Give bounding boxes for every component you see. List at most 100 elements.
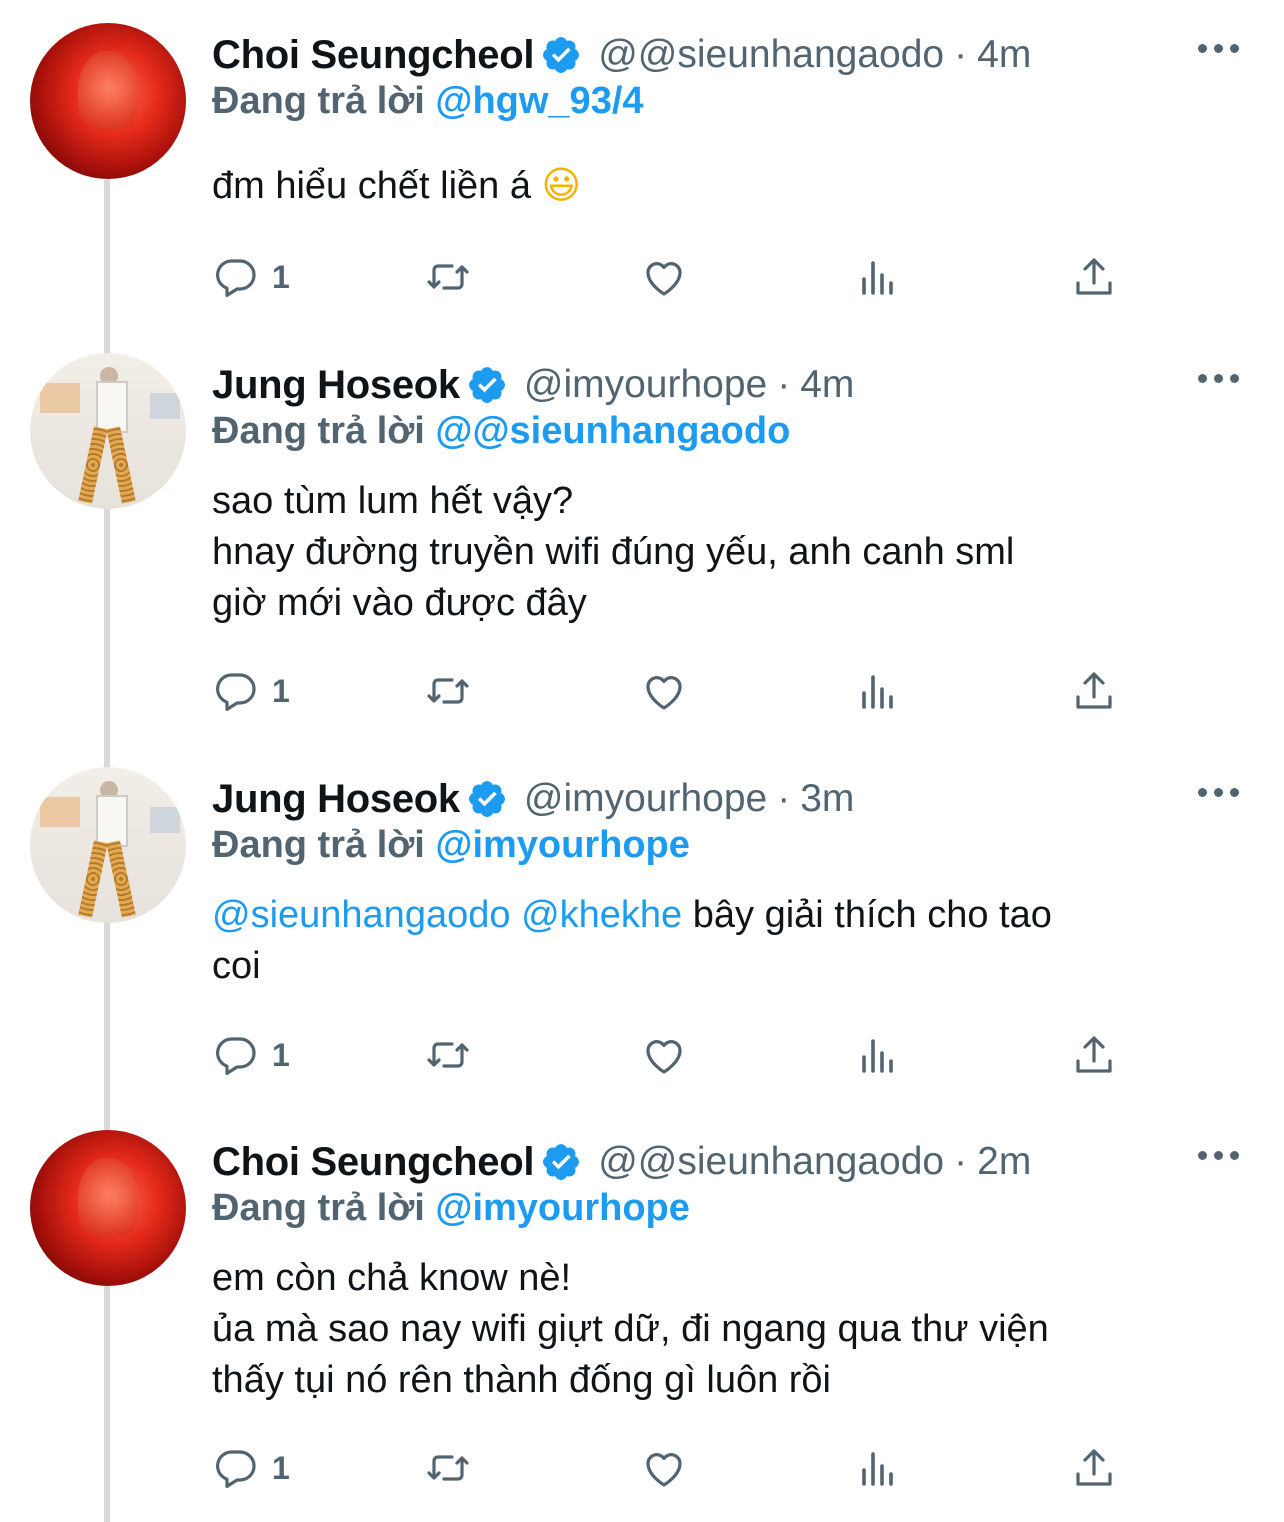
tweet-header: Choi Seungcheol @@sieunhangaodo · 2m	[212, 1137, 1031, 1187]
action-bar: 1	[212, 1443, 1132, 1493]
replying-to: Đang trả lời @hgw_93/4	[212, 80, 644, 123]
share-icon	[1076, 672, 1112, 709]
display-name[interactable]: Choi Seungcheol	[212, 1140, 534, 1185]
reply-button[interactable]: 1	[212, 1443, 290, 1493]
avatar[interactable]	[30, 1130, 186, 1286]
handle[interactable]: @imyourhope	[524, 777, 767, 821]
replying-to: Đang trả lời @imyourhope	[212, 824, 690, 867]
replying-label: Đang trả lời	[212, 824, 425, 866]
views-icon	[862, 1452, 893, 1486]
reply-icon	[216, 1037, 256, 1075]
more-icon[interactable]	[1198, 1145, 1242, 1165]
share-icon	[1076, 1036, 1112, 1073]
reply-button[interactable]: 1	[212, 252, 290, 302]
separator: ·	[954, 1140, 968, 1183]
like-icon	[646, 1040, 682, 1074]
display-name[interactable]: Jung Hoseok	[212, 363, 460, 408]
share-button[interactable]	[1070, 666, 1118, 716]
avatar[interactable]	[30, 23, 186, 179]
timestamp[interactable]: 3m	[800, 777, 854, 821]
views-icon	[862, 675, 893, 709]
more-icon[interactable]	[1198, 782, 1242, 802]
like-button[interactable]	[640, 666, 688, 716]
retweet-button[interactable]	[424, 1443, 472, 1493]
handle[interactable]: @@sieunhangaodo	[598, 1140, 944, 1184]
retweet-icon	[427, 678, 469, 704]
tweet-text: sao tùm lum hết vậy? hnay đường truyền w…	[212, 476, 1242, 629]
replying-label: Đang trả lời	[212, 1187, 425, 1229]
timestamp[interactable]: 4m	[800, 363, 854, 407]
display-name[interactable]: Choi Seungcheol	[212, 33, 534, 78]
retweet-button[interactable]	[424, 252, 472, 302]
tweet-text-line: giờ mới vào được đây	[212, 582, 587, 624]
more-icon[interactable]	[1198, 368, 1242, 388]
handle[interactable]: @@sieunhangaodo	[598, 33, 944, 77]
verified-icon	[468, 367, 505, 403]
reply-to-mention[interactable]: @hgw_93/4	[435, 80, 643, 122]
views-button[interactable]	[854, 1443, 902, 1493]
replying-to: Đang trả lời @@sieunhangaodo	[212, 410, 790, 453]
retweet-button[interactable]	[424, 666, 472, 716]
tweet-text-line: coi	[212, 945, 261, 987]
separator: ·	[777, 777, 791, 820]
retweet-icon	[427, 264, 469, 290]
verified-icon	[543, 1144, 580, 1180]
tweet-header: Jung Hoseok @imyourhope · 3m	[212, 774, 854, 824]
reply-icon	[216, 1450, 256, 1488]
tweet[interactable]: Jung Hoseok @imyourhope · 3m Đang trả lờ…	[0, 744, 1284, 1107]
tweet[interactable]: Jung Hoseok @imyourhope · 4m Đang trả lờ…	[0, 330, 1284, 743]
reply-button[interactable]: 1	[212, 666, 290, 716]
action-bar: 1	[212, 252, 1132, 302]
like-button[interactable]	[640, 1443, 688, 1493]
retweet-icon	[427, 1042, 469, 1068]
tweet-text-line: đm hiểu chết liền á	[212, 165, 531, 207]
share-button[interactable]	[1070, 1443, 1118, 1493]
retweet-button[interactable]	[424, 1030, 472, 1080]
replying-to: Đang trả lời @imyourhope	[212, 1187, 690, 1230]
tweet-text-line: em còn chả know nè!	[212, 1257, 572, 1299]
reply-count: 1	[272, 1036, 290, 1073]
reply-count: 1	[272, 1449, 290, 1486]
like-button[interactable]	[640, 252, 688, 302]
separator: ·	[777, 363, 791, 406]
share-button[interactable]	[1070, 1030, 1118, 1080]
reply-to-mention[interactable]: @imyourhope	[435, 824, 690, 866]
views-button[interactable]	[854, 666, 902, 716]
tweet-text-line: sao tùm lum hết vậy?	[212, 480, 574, 522]
tweet-text-line: thấy tụi nó rên thành đống gì luôn rồi	[212, 1359, 832, 1401]
tweet-text-line: bây giải thích cho tao	[692, 894, 1052, 936]
smiley-emoji: 😃	[541, 163, 582, 207]
tweet-header: Jung Hoseok @imyourhope · 4m	[212, 360, 854, 410]
reply-count: 1	[272, 672, 290, 709]
verified-icon	[543, 37, 580, 73]
timestamp[interactable]: 4m	[977, 33, 1031, 77]
share-icon	[1076, 1449, 1112, 1486]
reply-to-mention[interactable]: @imyourhope	[435, 1187, 690, 1229]
more-icon[interactable]	[1198, 38, 1242, 58]
reply-button[interactable]: 1	[212, 1030, 290, 1080]
verified-icon	[468, 781, 505, 817]
views-button[interactable]	[854, 1030, 902, 1080]
avatar[interactable]	[30, 353, 186, 509]
views-button[interactable]	[854, 252, 902, 302]
like-button[interactable]	[640, 1030, 688, 1080]
share-button[interactable]	[1070, 252, 1118, 302]
reply-to-mention[interactable]: @@sieunhangaodo	[435, 410, 790, 452]
views-icon	[862, 261, 893, 295]
timestamp[interactable]: 2m	[977, 1140, 1031, 1184]
avatar[interactable]	[30, 767, 186, 923]
mention-link[interactable]: @sieunhangaodo	[212, 894, 511, 936]
tweet[interactable]: Choi Seungcheol @@sieunhangaodo · 4m Đan…	[0, 0, 1284, 330]
tweet[interactable]: Choi Seungcheol @@sieunhangaodo · 2m Đan…	[0, 1107, 1284, 1522]
tweet-text-line: hnay đường truyền wifi đúng yếu, anh can…	[212, 531, 1015, 573]
reply-icon	[216, 673, 256, 711]
display-name[interactable]: Jung Hoseok	[212, 777, 460, 822]
action-bar: 1	[212, 1030, 1132, 1080]
tweet-text-line: ủa mà sao nay wifi giựt dữ, đi ngang qua…	[212, 1308, 1049, 1350]
tweet-text: @sieunhangaodo @khekhe bây giải thích ch…	[212, 890, 1242, 992]
tweet-text: đm hiểu chết liền á 😃	[212, 160, 1242, 212]
mention-link[interactable]: @khekhe	[521, 894, 682, 936]
action-bar: 1	[212, 666, 1132, 716]
like-icon	[646, 262, 682, 296]
handle[interactable]: @imyourhope	[524, 363, 767, 407]
